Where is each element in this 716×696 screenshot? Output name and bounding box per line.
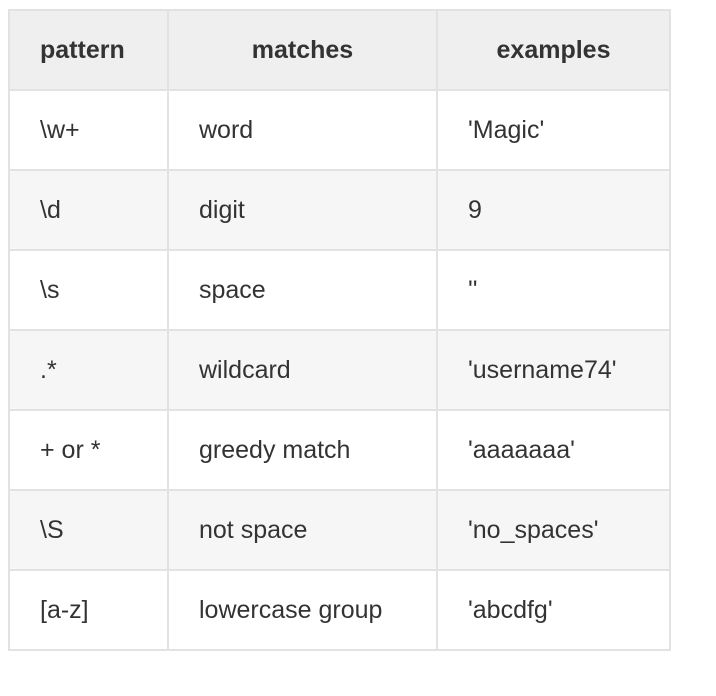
header-matches: matches [167,9,438,91]
table-body: \w+ word 'Magic' \d digit 9 \s space '' … [8,89,671,651]
cell-matches: space [167,249,438,331]
cell-matches: not space [167,489,438,571]
cell-pattern: \S [8,489,169,571]
table-row: \S not space 'no_spaces' [8,489,671,571]
header-row: pattern matches examples [8,9,671,91]
table-row: [a-z] lowercase group 'abcdfg' [8,569,671,651]
cell-examples: 'abcdfg' [436,569,671,651]
table-row: \s space '' [8,249,671,331]
header-examples: examples [436,9,671,91]
cell-examples: 9 [436,169,671,251]
cell-matches: word [167,89,438,171]
table-header: pattern matches examples [8,9,671,91]
table-row: \d digit 9 [8,169,671,251]
cell-matches: digit [167,169,438,251]
cell-matches: lowercase group [167,569,438,651]
regex-patterns-table-container: pattern matches examples \w+ word 'Magic… [8,9,671,651]
cell-pattern: \w+ [8,89,169,171]
regex-patterns-table: pattern matches examples \w+ word 'Magic… [8,9,671,651]
cell-matches: wildcard [167,329,438,411]
cell-examples: 'aaaaaaa' [436,409,671,491]
cell-examples: 'no_spaces' [436,489,671,571]
cell-pattern: [a-z] [8,569,169,651]
cell-examples: 'Magic' [436,89,671,171]
cell-examples: 'username74' [436,329,671,411]
header-pattern: pattern [8,9,169,91]
table-row: \w+ word 'Magic' [8,89,671,171]
table-row: .* wildcard 'username74' [8,329,671,411]
cell-pattern: \d [8,169,169,251]
cell-matches: greedy match [167,409,438,491]
table-row: + or * greedy match 'aaaaaaa' [8,409,671,491]
cell-pattern: + or * [8,409,169,491]
cell-pattern: \s [8,249,169,331]
cell-pattern: .* [8,329,169,411]
cell-examples: '' [436,249,671,331]
